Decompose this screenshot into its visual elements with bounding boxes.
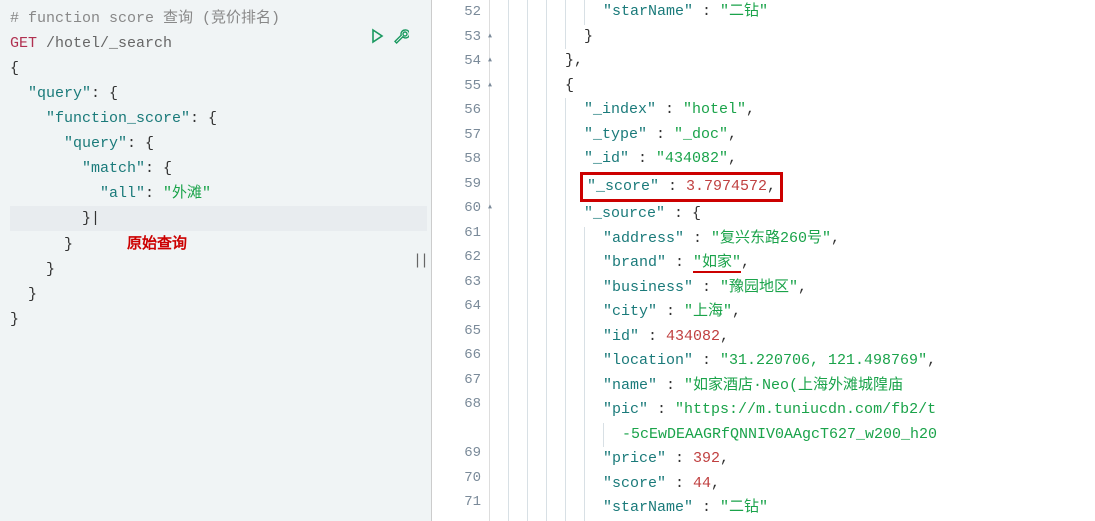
request-path: /hotel/_search bbox=[46, 35, 172, 52]
line-number: 59 bbox=[432, 172, 481, 197]
line-number: 53▴ bbox=[432, 25, 481, 50]
code-line: "_type" : "_doc", bbox=[508, 123, 1095, 148]
code-line: "_id" : "434082", bbox=[508, 147, 1095, 172]
code-line: { bbox=[508, 74, 1095, 99]
line-number-gutter: 5253▴54▴55▴5657585960▴6162636465666768 6… bbox=[432, 0, 490, 521]
code-line: "pic" : "https://m.tuniucdn.com/fb2/t bbox=[508, 398, 1095, 423]
annotation-label: 原始查询 bbox=[127, 235, 187, 252]
line-number: 68 bbox=[432, 392, 481, 417]
highlighted-value: "如家" bbox=[693, 254, 741, 273]
code-line: "price" : 392, bbox=[508, 447, 1095, 472]
fold-marker-icon[interactable]: ▴ bbox=[487, 74, 493, 99]
line-number: 70 bbox=[432, 466, 481, 491]
code-line: "_index" : "hotel", bbox=[508, 98, 1095, 123]
line-number: 61 bbox=[432, 221, 481, 246]
request-editor-pane[interactable]: # function score 查询 (竞价排名) GET /hotel/_s… bbox=[0, 0, 432, 521]
fold-marker-icon[interactable]: ▴ bbox=[487, 49, 493, 74]
fold-marker-icon[interactable]: ▴ bbox=[487, 196, 493, 221]
fold-marker-icon[interactable]: ▴ bbox=[487, 25, 493, 50]
code-line: "city" : "上海", bbox=[508, 300, 1095, 325]
line-number: 72 bbox=[432, 515, 481, 521]
editor-action-icons bbox=[369, 28, 409, 49]
code-line: "starName" : "二钻" bbox=[508, 496, 1095, 521]
line-number: 57 bbox=[432, 123, 481, 148]
code-line: -5cEwDEAAGRfQNNIV0AAgcT627_w200_h20 bbox=[508, 423, 1095, 448]
code-line: "name" : "如家酒店·Neo(上海外滩城隍庙 bbox=[508, 374, 1095, 399]
request-code[interactable]: # function score 查询 (竞价排名) GET /hotel/_s… bbox=[4, 6, 427, 332]
code-line: "id" : 434082, bbox=[508, 325, 1095, 350]
code-line: "score" : 44, bbox=[508, 472, 1095, 497]
code-line: }, bbox=[508, 49, 1095, 74]
line-number: 66 bbox=[432, 343, 481, 368]
http-method: GET bbox=[10, 35, 37, 52]
line-number: 62 bbox=[432, 245, 481, 270]
code-line: "location" : "31.220706, 121.498769", bbox=[508, 349, 1095, 374]
line-number: 60▴ bbox=[432, 196, 481, 221]
line-number: 56 bbox=[432, 98, 481, 123]
line-number: 71 bbox=[432, 490, 481, 515]
code-line: "address" : "复兴东路260号", bbox=[508, 227, 1095, 252]
response-viewer-pane: 5253▴54▴55▴5657585960▴6162636465666768 6… bbox=[432, 0, 1095, 521]
line-number: 58 bbox=[432, 147, 481, 172]
line-number: 54▴ bbox=[432, 49, 481, 74]
code-line: "_score" : 3.7974572, bbox=[508, 172, 1095, 203]
run-icon[interactable] bbox=[369, 28, 385, 49]
response-json[interactable]: "starName" : "二钻"}},{"_index" : "hotel",… bbox=[490, 0, 1095, 521]
code-line: "brand" : "如家", bbox=[508, 251, 1095, 276]
code-line: "_source" : { bbox=[508, 202, 1095, 227]
code-comment: # function score 查询 (竞价排名) bbox=[10, 10, 280, 27]
line-number: 67 bbox=[432, 368, 481, 393]
line-number: 52 bbox=[432, 0, 481, 25]
line-number: 55▴ bbox=[432, 74, 481, 99]
pane-divider-handle[interactable]: || bbox=[409, 252, 431, 269]
highlighted-score-box: "_score" : 3.7974572, bbox=[580, 172, 783, 203]
code-line: } bbox=[508, 25, 1095, 50]
line-number: 63 bbox=[432, 270, 481, 295]
line-number bbox=[432, 417, 481, 442]
line-number: 64 bbox=[432, 294, 481, 319]
code-line: "starName" : "二钻" bbox=[508, 0, 1095, 25]
line-number: 65 bbox=[432, 319, 481, 344]
wrench-icon[interactable] bbox=[393, 28, 409, 49]
code-line: "business" : "豫园地区", bbox=[508, 276, 1095, 301]
line-number: 69 bbox=[432, 441, 481, 466]
